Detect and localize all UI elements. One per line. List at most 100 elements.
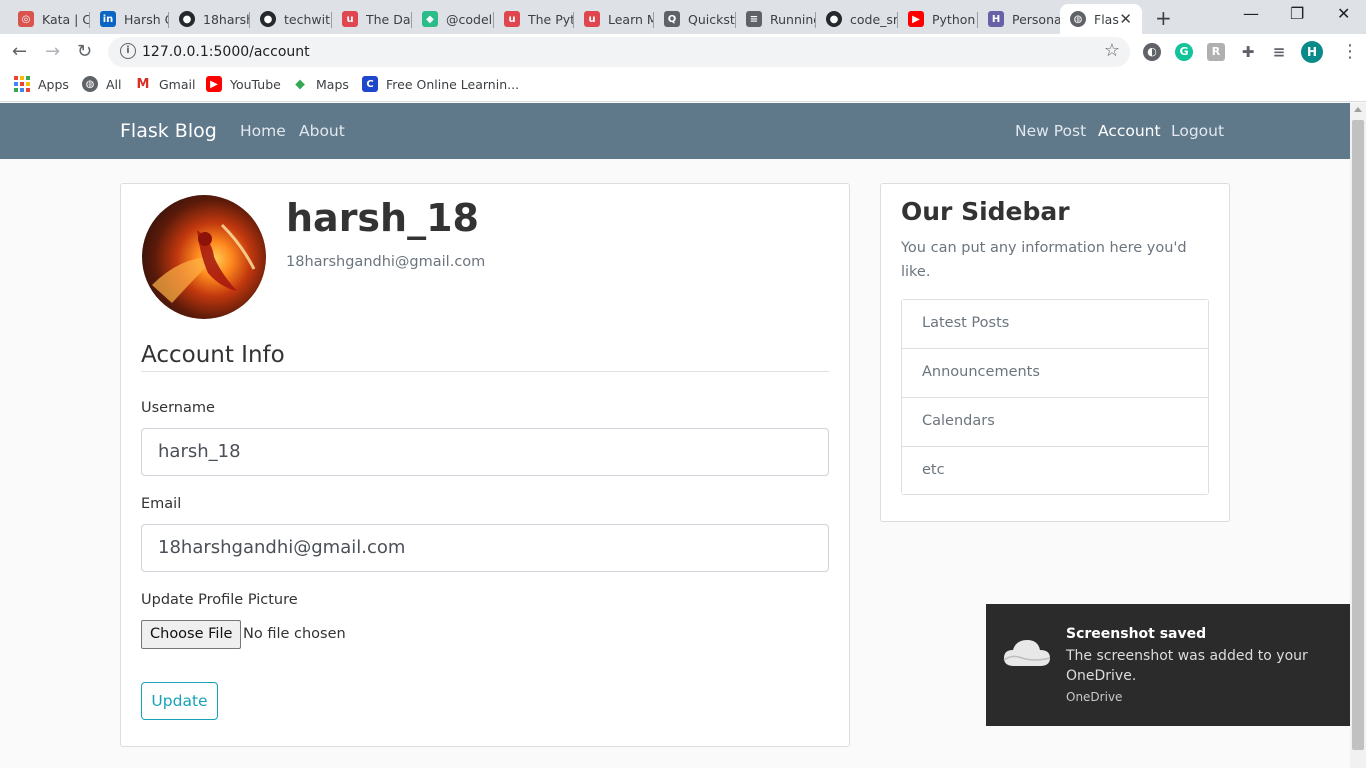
- tab-title: The Pyt: [528, 11, 574, 27]
- email-label: Email: [141, 496, 182, 512]
- new-tab-button[interactable]: +: [1155, 6, 1172, 30]
- onedrive-cloud-icon: [1003, 640, 1051, 666]
- page-scrollbar[interactable]: [1350, 103, 1366, 768]
- notification-message: The screenshot was added to your OneDriv…: [1066, 648, 1308, 684]
- scroll-up-arrow-icon[interactable]: [1354, 107, 1362, 112]
- grammarly-icon[interactable]: G: [1175, 43, 1193, 61]
- info-icon[interactable]: i: [120, 43, 136, 59]
- onedrive-notification[interactable]: Screenshot saved The screenshot was adde…: [986, 604, 1350, 726]
- site-navbar: Flask Blog Home About New Post Account L…: [0, 103, 1350, 159]
- email-input[interactable]: 18harshgandhi@gmail.com: [141, 524, 829, 572]
- youtube-icon: ▶: [206, 76, 222, 92]
- browser-tab[interactable]: ◆ @codel: [412, 4, 494, 34]
- sidebar-card: Our Sidebar You can put any information …: [880, 183, 1230, 522]
- globe-icon: ◍: [1070, 11, 1086, 27]
- browser-tab[interactable]: ● code_sr: [816, 4, 898, 34]
- menu-icon[interactable]: ⋮: [1341, 41, 1359, 62]
- forward-button[interactable]: →: [45, 41, 60, 62]
- sidebar-title: Our Sidebar: [901, 197, 1070, 226]
- username-input[interactable]: harsh_18: [141, 428, 829, 476]
- browser-toolbar: ← → ↻ i 127.0.0.1:5000/account ☆ ◐ G R ✚…: [0, 34, 1366, 70]
- bookmark-maps[interactable]: ⬥ Maps: [292, 76, 349, 92]
- profile-avatar[interactable]: H: [1301, 41, 1323, 63]
- choose-file-button[interactable]: Choose File: [141, 620, 242, 649]
- url-text[interactable]: 127.0.0.1:5000/account: [142, 44, 310, 60]
- codepen-icon: ◆: [422, 11, 438, 27]
- puzzle-icon[interactable]: ✚: [1239, 43, 1257, 61]
- github-icon: ●: [179, 11, 195, 27]
- browser-tab[interactable]: u Learn M: [574, 4, 654, 34]
- browser-tab[interactable]: ▶ Python: [898, 4, 978, 34]
- tab-title: Kata | C: [42, 11, 90, 27]
- bookmark-all[interactable]: ◍ All: [82, 76, 122, 92]
- notification-app-name: OneDrive: [1066, 690, 1123, 704]
- close-window-button[interactable]: ✕: [1337, 4, 1350, 23]
- browser-tab[interactable]: ≡ Running: [736, 4, 816, 34]
- restore-button[interactable]: ❐: [1290, 4, 1304, 23]
- address-bar[interactable]: i 127.0.0.1:5000/account ☆: [108, 37, 1130, 67]
- tab-title: Quickst: [688, 11, 735, 27]
- tab-strip: ◎ Kata | C in Harsh G ● 18harsh ● techwi…: [0, 0, 1366, 34]
- tab-title: 18harsh: [203, 11, 250, 27]
- bookmark-star-icon[interactable]: ☆: [1104, 40, 1120, 61]
- browser-tab-active[interactable]: ◍ Flas ✕: [1060, 4, 1142, 34]
- close-tab-icon[interactable]: ✕: [1119, 10, 1132, 28]
- tab-title: code_sr: [850, 11, 898, 27]
- tab-title: Flas: [1094, 11, 1119, 27]
- maps-icon: ⬥: [292, 76, 308, 92]
- bookmark-youtube[interactable]: ▶ YouTube: [206, 76, 281, 92]
- tab-title: The Dat: [366, 11, 412, 27]
- media-queue-icon[interactable]: ≡: [1270, 43, 1288, 61]
- nav-new-post[interactable]: New Post: [1015, 122, 1086, 140]
- bookmark-label: Apps: [38, 76, 69, 92]
- bookmark-coursera[interactable]: C Free Online Learnin...: [362, 76, 519, 92]
- quickstart-icon: Q: [664, 11, 680, 27]
- brand-link[interactable]: Flask Blog: [120, 120, 217, 142]
- update-button[interactable]: Update: [141, 682, 218, 720]
- back-button[interactable]: ←: [12, 41, 27, 62]
- nav-account[interactable]: Account: [1098, 122, 1161, 140]
- bookmark-apps[interactable]: Apps: [14, 76, 69, 92]
- browser-tab[interactable]: u The Pyt: [494, 4, 574, 34]
- bookmark-label: Free Online Learnin...: [386, 76, 520, 92]
- account-card: harsh_18 18harshgandhi@gmail.com Account…: [120, 183, 850, 747]
- bookmark-gmail[interactable]: M Gmail: [135, 76, 195, 92]
- github-icon: ●: [260, 11, 276, 27]
- apps-icon: [14, 76, 30, 92]
- file-status: No file chosen: [243, 626, 346, 642]
- sidebar-text: You can put any information here you'd l…: [901, 240, 1187, 280]
- browser-tab[interactable]: ● 18harsh: [169, 4, 250, 34]
- browser-tab[interactable]: Q Quickst: [654, 4, 736, 34]
- browser-tab[interactable]: u The Dat: [332, 4, 412, 34]
- profile-picture: [152, 223, 256, 303]
- sidebar-item-etc[interactable]: etc: [902, 447, 1208, 494]
- youtube-icon: ▶: [908, 11, 924, 27]
- sidebar-item-announcements[interactable]: Announcements: [902, 349, 1208, 398]
- tab-title: Running: [770, 11, 816, 27]
- github-icon: ●: [826, 11, 842, 27]
- minimize-button[interactable]: —: [1243, 4, 1259, 23]
- globe-icon: ◍: [82, 76, 98, 92]
- extension-icon[interactable]: ◐: [1143, 43, 1161, 61]
- tab-title: Harsh G: [124, 11, 169, 27]
- document-icon: ≡: [746, 11, 762, 27]
- scrollbar-thumb[interactable]: [1352, 120, 1364, 750]
- username-label: Username: [141, 400, 215, 416]
- nav-about[interactable]: About: [299, 122, 345, 140]
- reload-button[interactable]: ↻: [77, 41, 92, 62]
- udemy-icon: u: [504, 11, 520, 27]
- browser-tab[interactable]: H Persona: [978, 4, 1060, 34]
- nav-logout[interactable]: Logout: [1171, 122, 1224, 140]
- sidebar-item-calendars[interactable]: Calendars: [902, 398, 1208, 447]
- extension-icon[interactable]: R: [1207, 43, 1225, 61]
- codewars-icon: ◎: [18, 11, 34, 27]
- heroku-icon: H: [988, 11, 1004, 27]
- nav-home[interactable]: Home: [240, 122, 286, 140]
- bookmark-label: All: [106, 76, 122, 92]
- tab-title: Python: [932, 11, 976, 27]
- browser-tab[interactable]: ◎ Kata | C: [8, 4, 90, 34]
- sidebar-item-latest-posts[interactable]: Latest Posts: [902, 300, 1208, 349]
- browser-tab[interactable]: in Harsh G: [90, 4, 169, 34]
- browser-tab[interactable]: ● techwit: [250, 4, 332, 34]
- linkedin-icon: in: [100, 11, 116, 27]
